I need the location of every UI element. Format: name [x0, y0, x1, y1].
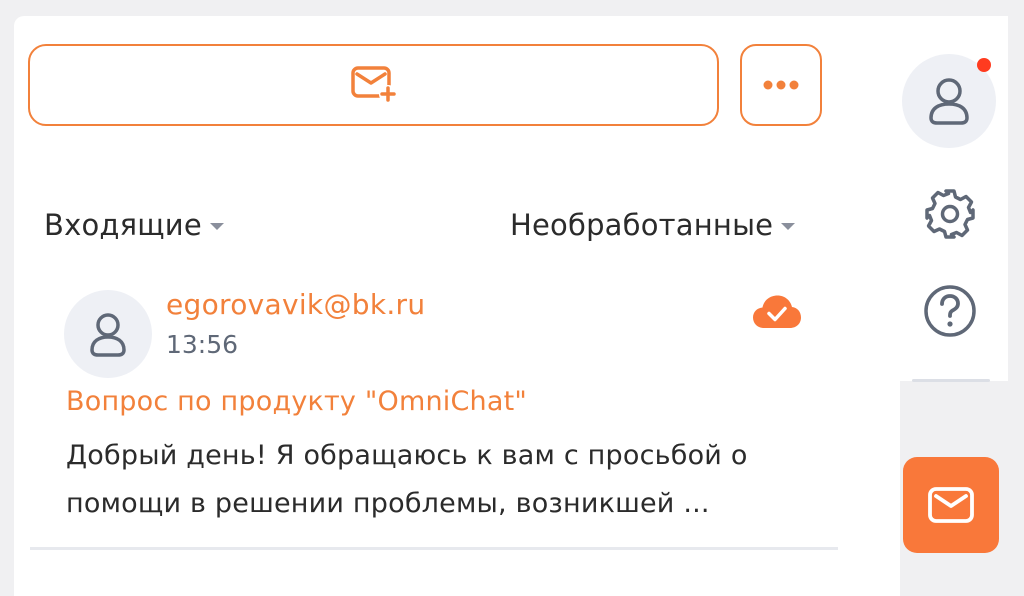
message-sender: egorovavik@bk.ru — [166, 288, 426, 321]
help-button[interactable] — [922, 283, 978, 339]
settings-button[interactable] — [922, 186, 978, 242]
more-options-button[interactable] — [740, 44, 822, 126]
folder-filter-dropdown[interactable]: Входящие — [44, 208, 224, 242]
gear-icon — [925, 189, 975, 239]
rail-divider — [912, 379, 990, 382]
mail-button[interactable] — [903, 457, 999, 553]
folder-filter-label: Входящие — [44, 208, 202, 242]
more-dots-icon — [763, 80, 799, 90]
user-icon — [90, 313, 126, 357]
status-filter-label: Необработанные — [510, 208, 774, 242]
caret-down-icon — [209, 222, 224, 230]
message-list-item[interactable]: egorovavik@bk.ru 13:56 Вопрос по продукт… — [30, 282, 838, 548]
caret-down-icon — [781, 222, 796, 230]
message-time: 13:56 — [166, 330, 239, 359]
mail-plus-icon — [350, 66, 397, 103]
notification-dot — [977, 58, 991, 72]
list-divider — [30, 547, 838, 550]
sender-avatar — [64, 290, 152, 378]
question-icon — [924, 285, 976, 337]
cloud-check-icon — [753, 295, 801, 328]
message-subject: Вопрос по продукту "OmniChat" — [66, 386, 527, 417]
status-filter-dropdown[interactable]: Необработанные — [510, 208, 796, 242]
user-icon — [929, 78, 969, 125]
mail-icon — [928, 487, 974, 523]
message-preview: Добрый день! Я обращаюсь к вам с просьбо… — [66, 440, 748, 519]
compose-button[interactable] — [28, 44, 719, 126]
